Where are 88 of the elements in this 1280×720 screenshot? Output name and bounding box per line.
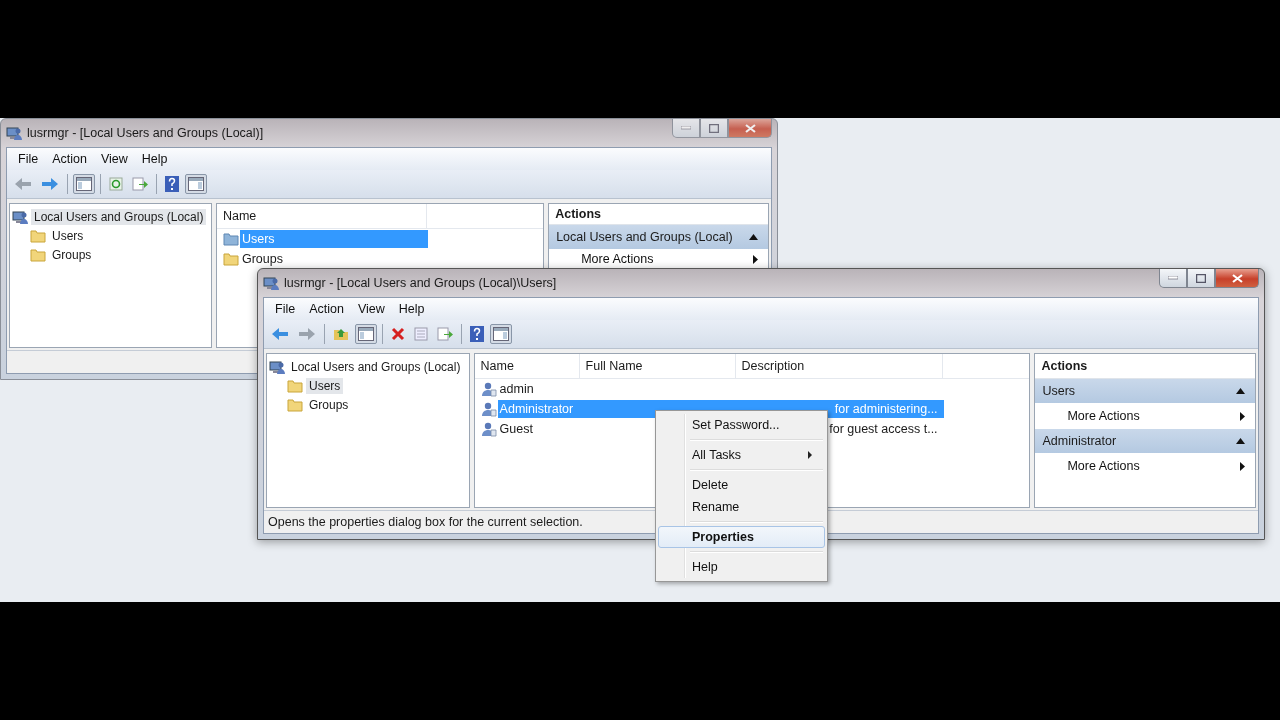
- action-group-header[interactable]: Local Users and Groups (Local): [549, 225, 768, 249]
- action-group-title: Users: [1042, 384, 1076, 398]
- table-cell: for guest access t...: [829, 422, 938, 436]
- folder-icon: [287, 377, 303, 394]
- tree-item[interactable]: Local Users and Groups (Local): [288, 358, 464, 375]
- menu-item[interactable]: Rename: [658, 496, 825, 518]
- folder-icon: [222, 251, 239, 267]
- tree-item[interactable]: Local Users and Groups (Local): [31, 208, 207, 225]
- window-title: lusrmgr - [Local Users and Groups (Local)\Users]: [284, 276, 557, 290]
- export-icon: [437, 327, 453, 341]
- maximize-icon: [1196, 273, 1206, 283]
- computer-users-icon: [269, 358, 285, 375]
- menu-item[interactable]: Set Password...: [658, 414, 825, 436]
- refresh-button[interactable]: [106, 174, 126, 194]
- action-pane-icon: [188, 177, 204, 191]
- tree-pane-icon: [76, 177, 92, 191]
- show-hide-tree-button[interactable]: [355, 324, 377, 344]
- submenu-arrow-icon: [1240, 411, 1245, 421]
- user-icon: [480, 421, 497, 437]
- tree-item[interactable]: Users: [49, 227, 87, 244]
- table-cell[interactable]: Groups: [239, 252, 428, 266]
- properties-icon: [414, 327, 428, 341]
- folder-icon: [30, 246, 46, 263]
- menu-item[interactable]: View: [350, 300, 392, 318]
- folder-icon: [222, 231, 239, 247]
- table-cell[interactable]: admin: [497, 382, 581, 396]
- minimize-button[interactable]: [1159, 269, 1187, 288]
- table-cell: for administering...: [834, 402, 938, 416]
- column-header[interactable]: Name: [216, 204, 427, 228]
- computer-users-icon: [6, 125, 22, 141]
- column-header[interactable]: Name: [474, 354, 580, 378]
- menu-item[interactable]: All Tasks: [658, 444, 825, 466]
- column-header[interactable]: Description: [735, 354, 943, 378]
- menu-item[interactable]: File: [268, 300, 303, 318]
- menu-item[interactable]: Help: [391, 300, 432, 318]
- show-hide-action-pane-button[interactable]: [490, 324, 512, 344]
- help-button[interactable]: [467, 323, 487, 345]
- column-header[interactable]: Full Name: [579, 354, 736, 378]
- menu-item[interactable]: View: [93, 150, 135, 168]
- submenu-arrow-icon: [808, 451, 812, 459]
- help-button[interactable]: [162, 173, 182, 195]
- forward-arrow-icon: [298, 327, 316, 341]
- menu-item[interactable]: Help: [134, 150, 175, 168]
- maximize-button[interactable]: [1187, 269, 1215, 288]
- close-icon: [744, 123, 756, 133]
- menu-item[interactable]: Action: [302, 300, 351, 318]
- help-icon: [165, 176, 179, 192]
- export-list-button[interactable]: [129, 174, 151, 194]
- tree-pane-icon: [358, 327, 374, 341]
- tree-item[interactable]: Users: [306, 377, 344, 394]
- back-arrow-icon: [14, 177, 32, 191]
- action-pane-icon: [493, 327, 509, 341]
- export-icon: [132, 177, 148, 191]
- folder-icon: [287, 396, 303, 413]
- submenu-arrow-icon: [1240, 461, 1245, 471]
- action-group-header[interactable]: Administrator: [1035, 429, 1255, 453]
- status-text: Opens the properties dialog box for the current selection.: [268, 515, 583, 529]
- maximize-icon: [709, 123, 719, 133]
- folder-icon: [30, 227, 46, 244]
- menu-item[interactable]: Delete: [658, 474, 825, 496]
- menu-item[interactable]: Action: [45, 150, 94, 168]
- submenu-arrow-icon: [753, 254, 758, 264]
- show-hide-tree-button[interactable]: [73, 174, 95, 194]
- forward-arrow-icon: [41, 177, 59, 191]
- menu-item[interactable]: File: [11, 150, 46, 168]
- show-hide-action-pane-button[interactable]: [185, 174, 207, 194]
- up-folder-icon: [333, 327, 349, 341]
- help-icon: [470, 326, 484, 342]
- table-cell[interactable]: Guest: [497, 422, 581, 436]
- delete-icon: [391, 327, 405, 341]
- window-title: lusrmgr - [Local Users and Groups (Local)]: [27, 126, 264, 140]
- action-group-title: Administrator: [1042, 434, 1117, 448]
- user-icon: [480, 401, 497, 417]
- refresh-icon: [109, 177, 123, 191]
- tree-item[interactable]: Groups: [49, 246, 95, 263]
- action-group-title: Local Users and Groups (Local): [556, 230, 733, 244]
- export-list-button[interactable]: [434, 324, 456, 344]
- minimize-icon: [1168, 276, 1178, 280]
- back-arrow-icon: [271, 327, 289, 341]
- user-icon: [480, 381, 497, 397]
- close-icon: [1231, 273, 1243, 283]
- computer-users-icon: [263, 275, 279, 291]
- close-button[interactable]: [1215, 269, 1259, 288]
- computer-users-icon: [12, 208, 28, 225]
- action-group-header[interactable]: Users: [1035, 379, 1255, 403]
- menu-item[interactable]: Properties: [658, 526, 825, 548]
- tree-item[interactable]: Groups: [306, 396, 352, 413]
- menu-item[interactable]: Help: [658, 556, 825, 578]
